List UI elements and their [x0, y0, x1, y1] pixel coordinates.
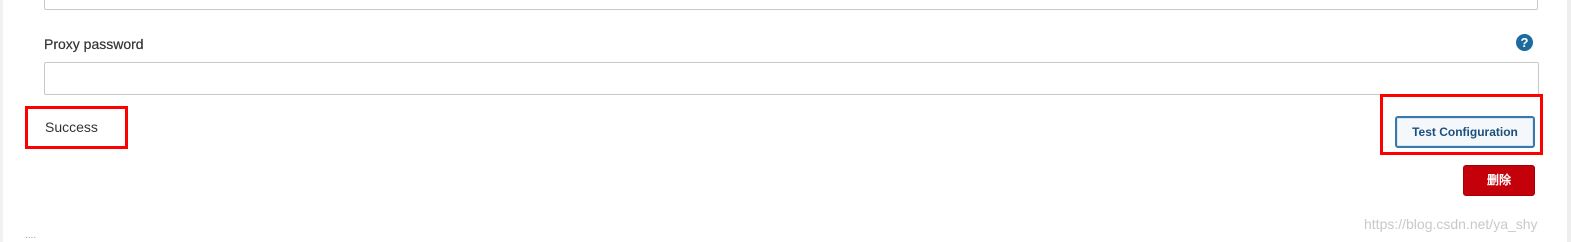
right-scrollbar-track[interactable]	[1567, 0, 1571, 242]
watermark-text: https://blog.csdn.net/ya_shy	[1364, 216, 1538, 232]
test-result-status: Success	[45, 119, 98, 135]
question-mark-icon[interactable]: ?	[1516, 34, 1533, 51]
delete-button[interactable]: 删除	[1463, 165, 1535, 196]
proxy-username-input[interactable]	[44, 0, 1538, 10]
proxy-password-input[interactable]	[44, 62, 1539, 95]
left-border	[0, 0, 3, 242]
jenkins-proxy-config-page: Proxy password ? Success Test Configurat…	[0, 0, 1571, 242]
test-configuration-button[interactable]: Test Configuration	[1395, 116, 1535, 148]
proxy-password-label: Proxy password	[44, 36, 144, 52]
ellipsis-marker: ....	[25, 230, 37, 241]
